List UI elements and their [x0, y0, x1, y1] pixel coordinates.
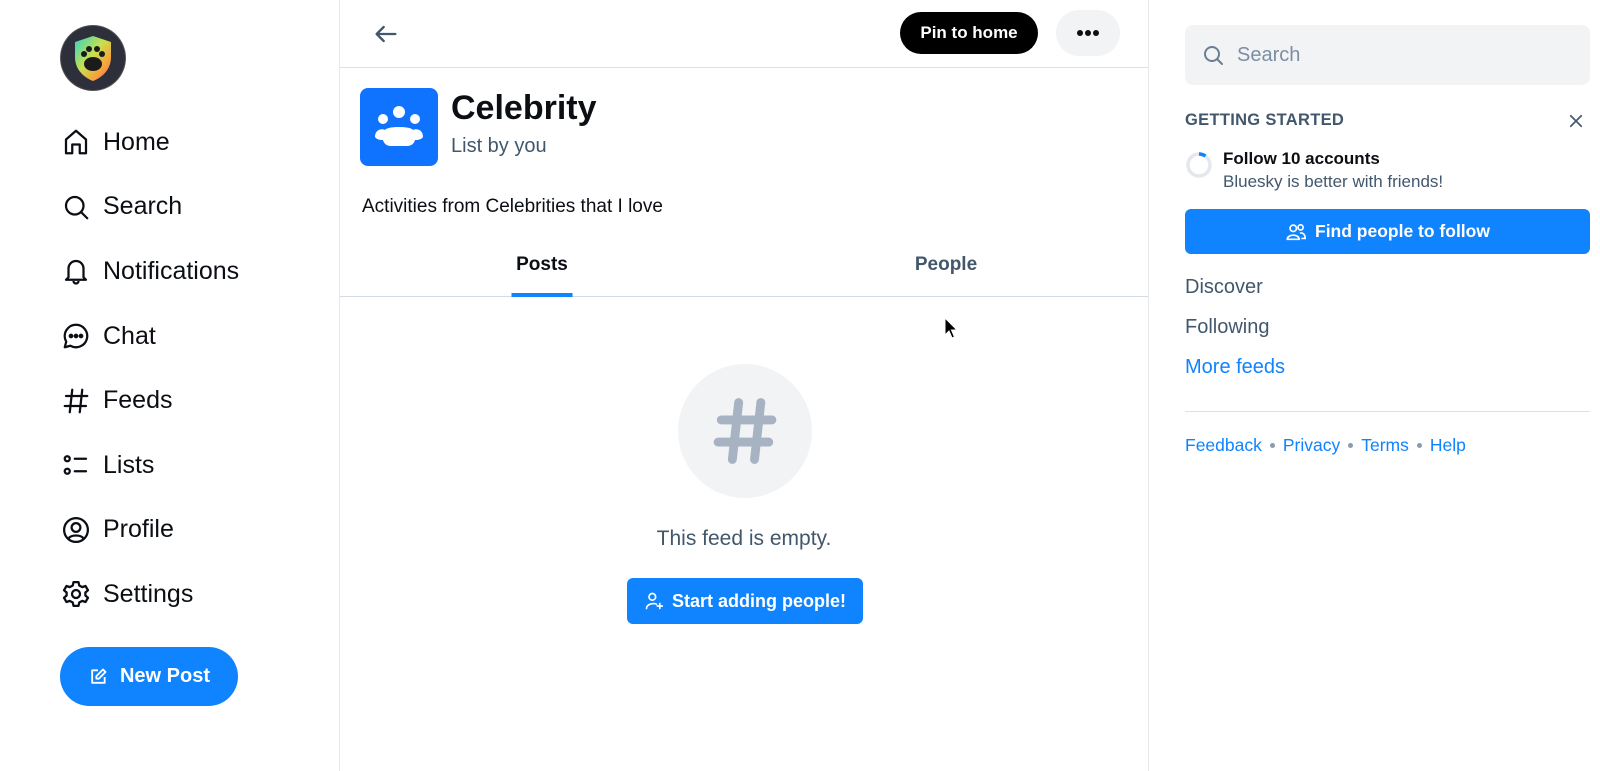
- nav-label: Lists: [103, 450, 155, 479]
- left-nav: Home Search Notifications Chat Feeds Lis…: [0, 0, 340, 771]
- feedback-link[interactable]: Feedback: [1185, 435, 1262, 456]
- nav-item-profile[interactable]: Profile: [61, 498, 239, 563]
- separator-dot: [1348, 443, 1354, 448]
- tab-people[interactable]: People: [744, 240, 1148, 296]
- feed-link-discover[interactable]: Discover: [1185, 276, 1263, 299]
- more-feeds-link[interactable]: More feeds: [1185, 356, 1285, 379]
- empty-feed-message: This feed is empty.: [656, 527, 832, 550]
- avatar[interactable]: [61, 26, 125, 90]
- back-button[interactable]: [368, 16, 404, 52]
- home-icon: [64, 129, 88, 155]
- more-options-button[interactable]: [1056, 10, 1120, 56]
- divider: [1185, 411, 1590, 412]
- list-avatar: [360, 88, 438, 166]
- list-title: Celebrity: [451, 89, 597, 127]
- shield-paw-icon: [75, 36, 111, 81]
- main-column: Pin to home Celebrity List by you Activi…: [339, 0, 1149, 771]
- ellipsis-icon: [1077, 30, 1099, 36]
- progress-ring: [1186, 152, 1212, 178]
- task-title: Follow 10 accounts: [1223, 149, 1380, 168]
- users-icon: [1286, 223, 1306, 240]
- terms-link[interactable]: Terms: [1361, 435, 1409, 456]
- task-description: Bluesky is better with friends!: [1223, 172, 1444, 191]
- empty-feed-illustration: [678, 364, 812, 498]
- nav-label: Search: [103, 192, 183, 221]
- list-subtitle: List by you: [451, 135, 547, 157]
- nav-item-chat[interactable]: Chat: [61, 304, 239, 369]
- tab-posts[interactable]: Posts: [340, 240, 744, 297]
- privacy-link[interactable]: Privacy: [1283, 435, 1340, 456]
- footer-links: Feedback Privacy Terms Help: [1185, 435, 1466, 456]
- bell-icon: [64, 260, 88, 286]
- list-header: Celebrity List by you: [340, 68, 1148, 168]
- nav-label: Settings: [103, 579, 194, 608]
- start-adding-people-button[interactable]: Start adding people!: [627, 578, 863, 624]
- start-adding-label: Start adding people!: [671, 590, 846, 611]
- feed-link-following[interactable]: Following: [1185, 316, 1269, 339]
- close-icon: [1569, 114, 1583, 128]
- gear-icon: [62, 581, 90, 608]
- search-icon: [64, 195, 89, 220]
- new-post-label: New Post: [119, 665, 211, 687]
- close-getting-started-button[interactable]: [1565, 110, 1587, 132]
- nav-item-feeds[interactable]: Feeds: [61, 368, 239, 433]
- find-people-button[interactable]: Find people to follow: [1185, 209, 1590, 254]
- search-icon: [1204, 46, 1223, 65]
- search-box[interactable]: [1185, 25, 1590, 85]
- tab-label: Posts: [516, 254, 568, 275]
- nav-label: Notifications: [103, 256, 240, 285]
- hash-icon: [713, 398, 777, 464]
- search-input[interactable]: [1237, 43, 1567, 67]
- user-add-icon: [645, 592, 664, 610]
- active-tab-indicator: [511, 293, 573, 297]
- getting-started-title: GETTING STARTED: [1185, 111, 1345, 129]
- pin-label: Pin to home: [920, 23, 1018, 42]
- compose-icon: [91, 668, 107, 684]
- mouse-cursor-icon: [944, 317, 959, 339]
- nav-label: Chat: [103, 321, 156, 350]
- nav-label: Profile: [103, 515, 174, 544]
- list-icon: [63, 455, 88, 476]
- nav-item-search[interactable]: Search: [61, 175, 239, 240]
- topbar: Pin to home: [340, 0, 1148, 68]
- new-post-button[interactable]: New Post: [60, 647, 238, 706]
- nav-item-home[interactable]: Home: [61, 110, 239, 175]
- find-people-label: Find people to follow: [1315, 221, 1490, 241]
- nav-item-settings[interactable]: Settings: [61, 562, 239, 627]
- separator-dot: [1416, 443, 1422, 448]
- pin-to-home-button[interactable]: Pin to home: [900, 12, 1038, 54]
- group-icon: [375, 106, 423, 146]
- user-circle-icon: [63, 516, 89, 543]
- nav-label: Feeds: [103, 386, 173, 415]
- nav-label: Home: [103, 127, 170, 156]
- nav-item-notifications[interactable]: Notifications: [61, 239, 239, 304]
- nav-item-lists[interactable]: Lists: [61, 433, 239, 498]
- list-description: Activities from Celebrities that I love: [362, 196, 663, 217]
- separator-dot: [1269, 443, 1275, 448]
- hash-icon: [63, 388, 89, 414]
- tab-label: People: [914, 254, 978, 275]
- chat-icon: [63, 323, 89, 349]
- tab-bar: Posts People: [340, 240, 1148, 297]
- nav-list: Home Search Notifications Chat Feeds Lis…: [61, 110, 239, 627]
- arrow-left-icon: [375, 25, 397, 43]
- help-link[interactable]: Help: [1430, 435, 1466, 456]
